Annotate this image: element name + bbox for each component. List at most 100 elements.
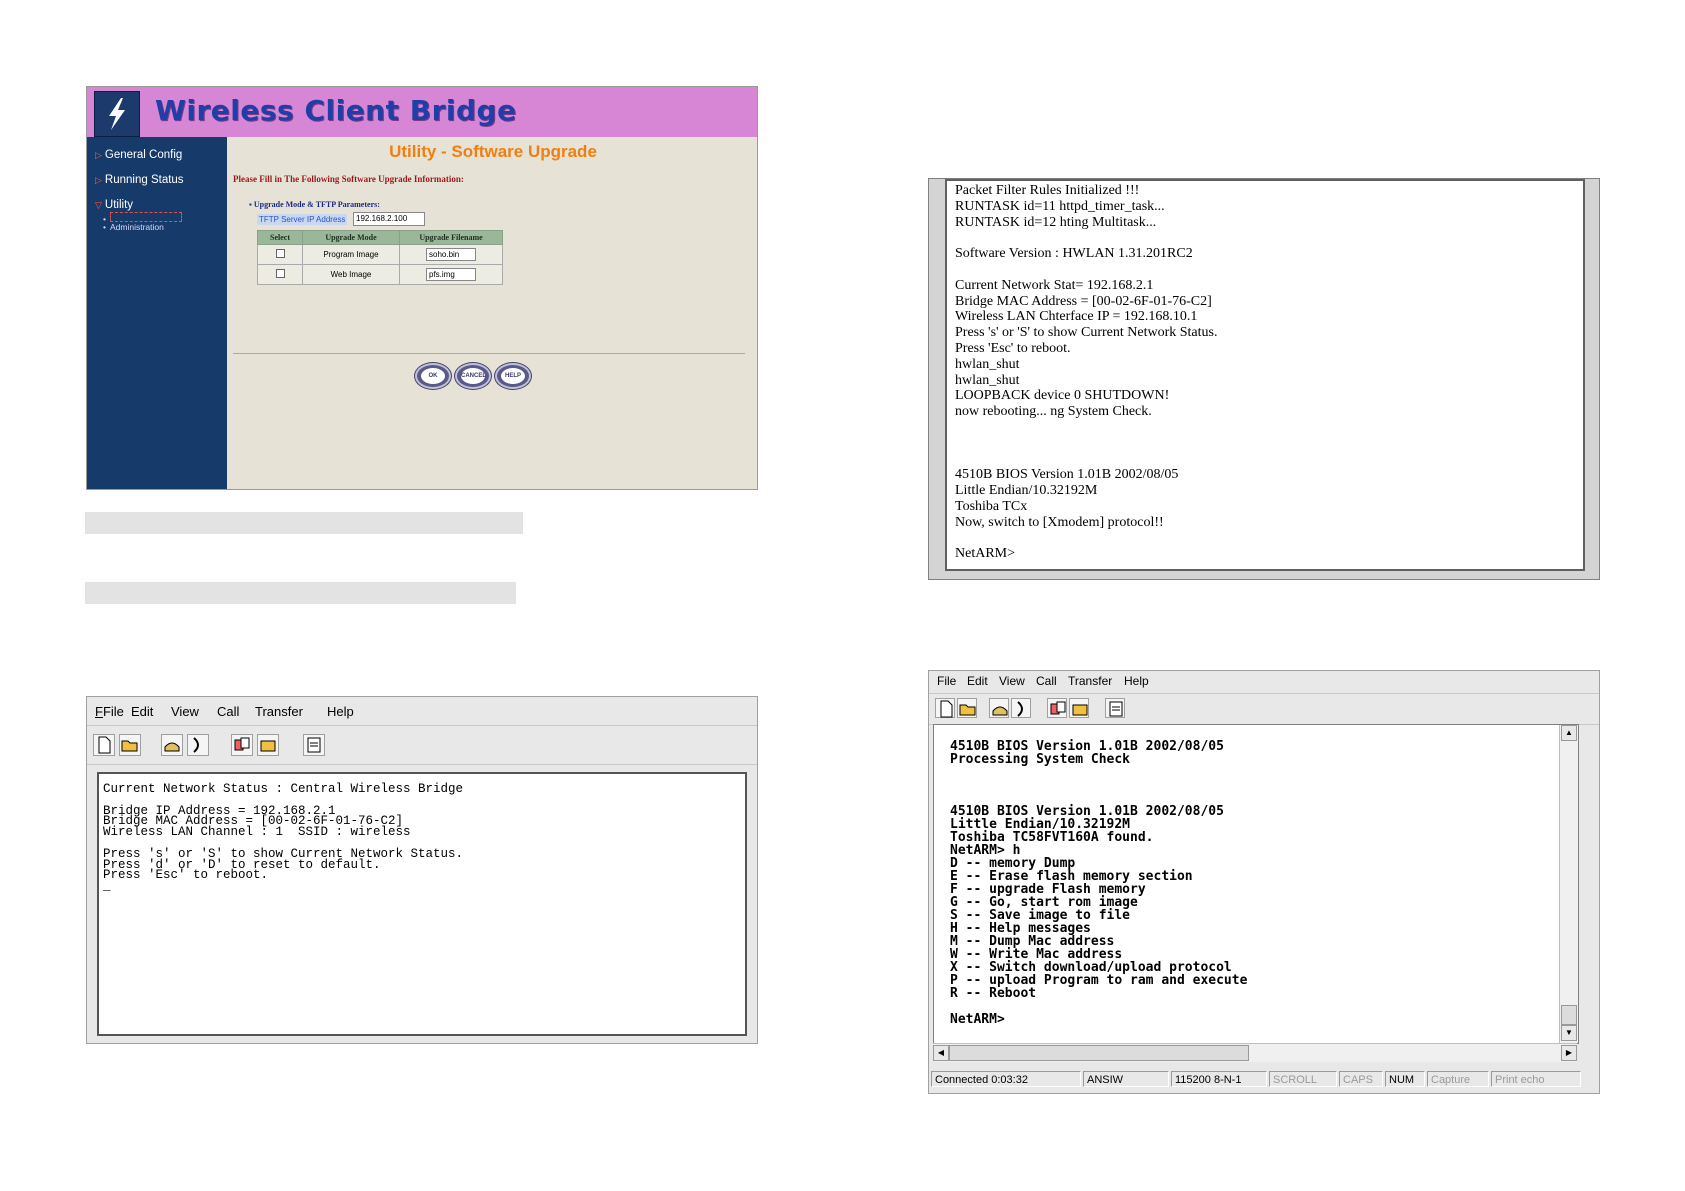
terminal-line: Toshiba TCx [955, 498, 1028, 514]
open-folder-icon[interactable] [957, 698, 977, 718]
menu-edit[interactable]: Edit [967, 674, 988, 688]
divider [233, 353, 745, 354]
terminal-line: Current Network Stat= 192.168.2.1 [955, 277, 1154, 293]
menu-help[interactable]: Help [1124, 674, 1149, 688]
menu-edit[interactable]: Edit [131, 704, 153, 719]
status-bar: Connected 0:03:32 ANSIW 115200 8-N-1 SCR… [929, 1069, 1599, 1089]
menu-transfer[interactable]: Transfer [1068, 674, 1112, 688]
status-emulation: ANSIW [1083, 1071, 1169, 1087]
terminal-line: Press 's' or 'S' to show Current Network… [955, 325, 1218, 341]
receive-file-icon[interactable] [1069, 698, 1089, 718]
cancel-button[interactable]: CANCEL [455, 363, 491, 389]
terminal-line: hwlan_shut [955, 372, 1020, 388]
hyperterminal-window-reboot: Packet Filter Rules Initialized !!! RUNTA… [928, 178, 1600, 580]
send-file-icon[interactable] [1047, 698, 1067, 718]
upgrade-mode-cell: Program Image [302, 244, 400, 265]
menu-file[interactable]: FFile [95, 704, 124, 719]
disconnect-phone-icon[interactable] [1011, 698, 1031, 718]
lightning-logo-icon [94, 91, 140, 137]
upgrade-table: Select Upgrade Mode Upgrade Filename Pro… [257, 230, 503, 285]
terminal-line: Wireless LAN Chterface IP = 192.168.10.1 [955, 309, 1198, 325]
caption-placeholder-bar [85, 582, 516, 604]
status-baud: 115200 8-N-1 [1171, 1071, 1267, 1087]
terminal-line: Now, switch to [Xmodem] protocol!! [955, 514, 1164, 530]
scroll-thumb[interactable] [949, 1045, 1249, 1061]
web-main: Utility - Software Upgrade Please Fill i… [229, 137, 757, 489]
col-mode-header: Upgrade Mode [302, 230, 400, 245]
disconnect-phone-icon[interactable] [187, 734, 209, 756]
terminal-line: now rebooting... ng System Check. [955, 404, 1152, 420]
col-select-header: Select [257, 230, 303, 245]
table-row: Program Image soho.bin [257, 244, 503, 265]
program-filename-input[interactable]: soho.bin [426, 248, 476, 261]
scroll-down-icon[interactable]: ▼ [1561, 1025, 1577, 1041]
terminal-line: LOOPBACK device 0 SHUTDOWN! [955, 388, 1170, 404]
new-file-icon[interactable] [93, 734, 115, 756]
menu-file[interactable]: File [937, 674, 956, 688]
terminal-line: hwlan_shut [955, 356, 1020, 372]
nav-general-config[interactable]: ▷ General Config [95, 149, 182, 161]
menu-call[interactable]: Call [1036, 674, 1057, 688]
tftp-ip-label: TFTP Server IP Address [257, 214, 348, 225]
page-title: Utility - Software Upgrade [389, 142, 597, 161]
terminal-screen[interactable]: Current Network Status : Central Wireles… [97, 772, 747, 1036]
properties-icon[interactable] [1105, 698, 1125, 718]
menu-call[interactable]: Call [217, 704, 239, 719]
properties-icon[interactable] [303, 734, 325, 756]
ok-button[interactable]: OK [415, 363, 451, 389]
terminal-line: 4510B BIOS Version 1.01B 2002/08/05 [955, 467, 1179, 483]
new-file-icon[interactable] [935, 698, 955, 718]
fill-note: Please Fill in The Following Software Up… [233, 174, 464, 184]
table-row: Web Image pfs.img [257, 264, 503, 285]
params-heading: ▪ Upgrade Mode & TFTP Parameters: [249, 200, 380, 209]
menu-help[interactable]: Help [327, 704, 354, 719]
status-scroll: SCROLL [1269, 1071, 1337, 1087]
nav-running-status[interactable]: ▷ Running Status [95, 174, 184, 186]
hyperterminal-window-status: FFile Edit View Call Transfer Help Curre… [86, 696, 758, 1044]
web-image-checkbox[interactable] [275, 269, 285, 278]
web-filename-input[interactable]: pfs.img [426, 268, 476, 281]
terminal-line: Little Endian/10.32192M [955, 483, 1098, 499]
connect-phone-icon[interactable] [989, 698, 1009, 718]
menu-transfer[interactable]: Transfer [255, 704, 303, 719]
scroll-right-icon[interactable]: ▶ [1561, 1045, 1577, 1061]
nav-utility[interactable]: ▽ Utility [95, 199, 133, 211]
hyperterminal-window-bios: File Edit View Call Transfer Help 4510B … [928, 670, 1600, 1094]
terminal-screen[interactable]: Packet Filter Rules Initialized !!! RUNTA… [945, 179, 1585, 571]
terminal-output: Current Network Status : Central Wireles… [103, 783, 463, 894]
status-caps: CAPS [1339, 1071, 1383, 1087]
terminal-line: _ [103, 879, 111, 894]
menu-bar: FFile Edit View Call Transfer Help [87, 697, 757, 725]
terminal-line: RUNTASK id=12 hting Multitask... [955, 214, 1157, 230]
terminal-line: Press 'Esc' to reboot. [955, 340, 1071, 356]
program-image-checkbox[interactable] [275, 249, 285, 258]
terminal-line: Processing System Check [950, 752, 1131, 767]
receive-file-icon[interactable] [257, 734, 279, 756]
menu-view[interactable]: View [999, 674, 1025, 688]
terminal-screen[interactable]: 4510B BIOS Version 1.01B 2002/08/05 Proce… [933, 724, 1579, 1044]
connect-phone-icon[interactable] [161, 734, 183, 756]
horizontal-scrollbar[interactable]: ◀ ▶ [933, 1043, 1577, 1062]
nav-administration[interactable]: • Administration [103, 222, 164, 232]
scroll-left-icon[interactable]: ◀ [933, 1045, 949, 1061]
vertical-scrollbar[interactable]: ▲ ▼ [1559, 725, 1578, 1043]
status-num: NUM [1385, 1071, 1425, 1087]
send-file-icon[interactable] [231, 734, 253, 756]
tftp-ip-input[interactable]: 192.168.2.100 [353, 212, 425, 226]
open-folder-icon[interactable] [119, 734, 141, 756]
status-capture: Capture [1427, 1071, 1489, 1087]
terminal-line: NetARM> [950, 1012, 1005, 1027]
menu-view[interactable]: View [171, 704, 199, 719]
terminal-line: R -- Reboot [950, 986, 1037, 1001]
terminal-output: Packet Filter Rules Initialized !!! RUNTA… [955, 183, 1217, 562]
help-button[interactable]: HELP [495, 363, 531, 389]
scroll-thumb[interactable] [1561, 1005, 1577, 1025]
scroll-up-icon[interactable]: ▲ [1561, 725, 1577, 741]
